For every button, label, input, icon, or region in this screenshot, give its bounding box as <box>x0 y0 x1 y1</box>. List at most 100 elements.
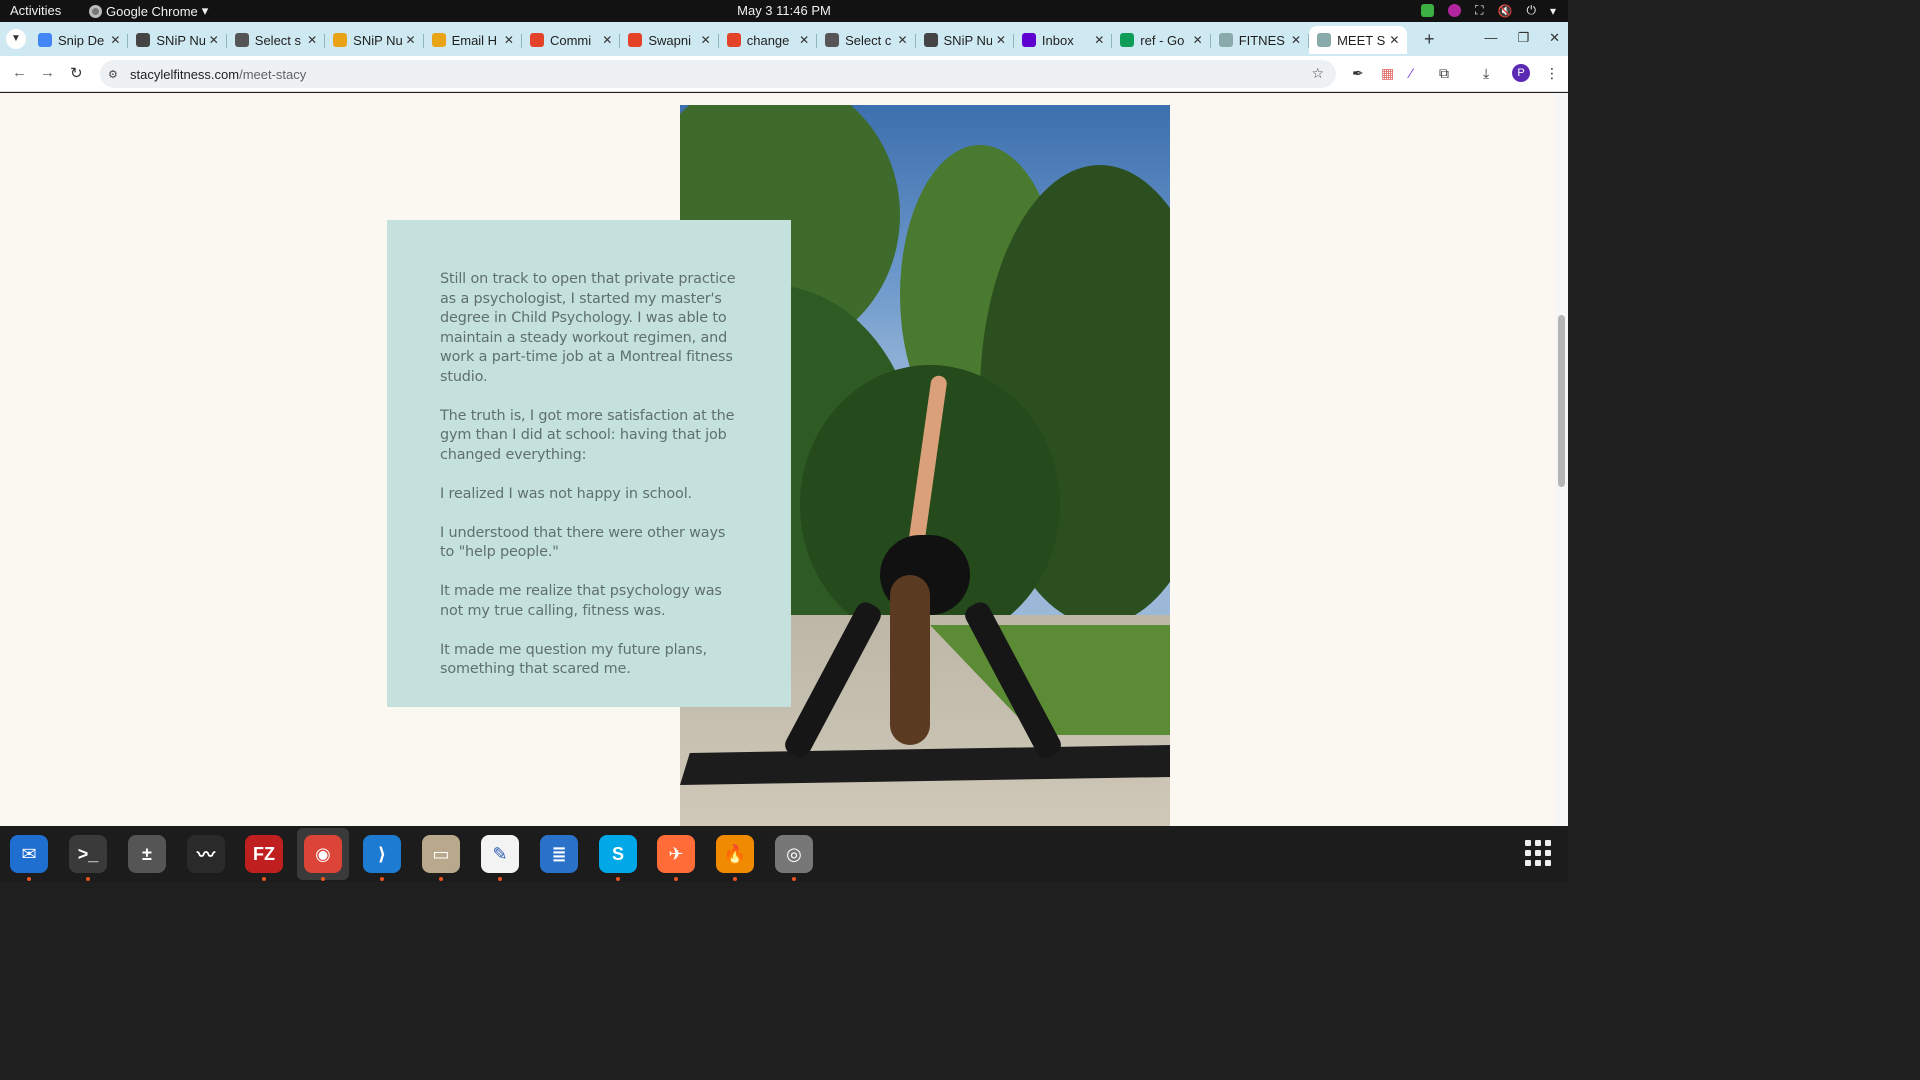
tab-3[interactable]: SNiP Nu ✕ <box>325 26 424 54</box>
tab-close-icon[interactable]: ✕ <box>701 33 711 47</box>
tab-close-icon[interactable]: ✕ <box>1389 33 1399 47</box>
skype-icon[interactable]: S <box>599 835 637 873</box>
network-icon[interactable]: ⛶ <box>1475 3 1483 18</box>
tab-10[interactable]: Inbox ✕ <box>1014 26 1113 54</box>
story-paragraph: Still on track to open that private prac… <box>440 271 736 385</box>
tab-search-button[interactable]: ▼ <box>6 29 26 49</box>
globe-icon <box>825 33 840 47</box>
tab-close-icon[interactable]: ✕ <box>504 33 514 47</box>
running-indicator <box>27 877 31 881</box>
tab-close-icon[interactable]: ✕ <box>307 33 317 47</box>
tab-close-icon[interactable]: ✕ <box>1094 33 1104 47</box>
shield-check-icon[interactable] <box>1421 4 1435 17</box>
address-bar[interactable]: ⚙ stacylelfitness.com/meet-stacy ☆ <box>100 60 1336 88</box>
scrollbar-thumb[interactable] <box>1558 315 1565 487</box>
reload-icon[interactable]: ↻ <box>70 64 83 82</box>
story-paragraph: It made me question my future plans, som… <box>440 641 707 678</box>
eyedropper-extension-icon[interactable]: ✒ <box>1352 65 1364 82</box>
restore-icon[interactable]: ❐ <box>1517 30 1529 46</box>
chevron-down-icon[interactable]: ▾ <box>1550 4 1556 18</box>
tab-4[interactable]: Email H ✕ <box>424 26 523 54</box>
terminal-icon[interactable]: >_ <box>69 835 107 873</box>
tab-title: Swapni <box>648 32 691 48</box>
bookmark-star-icon[interactable]: ☆ <box>1311 65 1324 82</box>
color-picker-tray-icon[interactable] <box>1448 4 1462 17</box>
vscode-icon[interactable]: ⟩ <box>363 835 401 873</box>
url-domain: stacylelfitness.com <box>130 66 240 82</box>
tab-8[interactable]: Select c ✕ <box>817 26 916 54</box>
tab-6[interactable]: Swapni ✕ <box>620 26 720 54</box>
libreoffice-writer-icon[interactable]: ≣ <box>540 835 578 873</box>
tab-close-icon[interactable]: ✕ <box>799 33 809 47</box>
calculator-icon[interactable]: ± <box>128 835 166 873</box>
tab-close-icon[interactable]: ✕ <box>897 33 907 47</box>
system-monitor-icon[interactable]: 〰 <box>187 835 225 873</box>
pen-extension-icon[interactable]: ⁄ <box>1410 65 1412 81</box>
new-tab-button[interactable]: + <box>1424 29 1435 50</box>
tab-close-icon[interactable]: ✕ <box>996 33 1006 47</box>
chrome-color-icon <box>333 33 348 47</box>
tab-title: Email H <box>451 32 498 48</box>
snip-icon <box>136 33 151 47</box>
tab-11[interactable]: ref - Go ✕ <box>1112 26 1212 54</box>
download-icon[interactable]: ⤓ <box>1483 65 1489 82</box>
power-icon[interactable]: ⏻ <box>1526 3 1536 18</box>
menu-kebab-icon[interactable]: ⋮ <box>1545 65 1559 82</box>
extensions-puzzle-icon[interactable]: ⧉ <box>1439 65 1449 82</box>
back-icon[interactable]: ← <box>12 64 27 81</box>
tab-strip: ▼ Snip De ✕ SNiP Nu ✕ Select s ✕ SNiP Nu ✕ Email… <box>0 22 1568 56</box>
tab-close-icon[interactable]: ✕ <box>602 33 612 47</box>
tab-9[interactable]: SNiP Nu ✕ <box>916 26 1015 54</box>
story-paragraph: I realized I was not happy in school. <box>440 485 692 502</box>
google-docs-icon <box>38 33 52 47</box>
hotspot-icon[interactable]: 🔥 <box>716 835 754 873</box>
thunderbird-icon[interactable]: ✉ <box>10 835 48 873</box>
dock: ✉ >_ ± 〰 FZ ◉ ⟩ ▭ ✎ ≣ S ✈ 🔥 ◎ <box>0 826 1568 882</box>
tab-close-icon[interactable]: ✕ <box>1291 33 1301 47</box>
tab-title: Inbox <box>1041 32 1074 48</box>
tab-title: SNiP Nu <box>156 32 205 48</box>
disc-icon[interactable]: ◎ <box>775 835 813 873</box>
chrome-icon[interactable]: ◉ <box>304 835 342 873</box>
tab-close-icon[interactable]: ✕ <box>209 33 219 47</box>
filezilla-icon[interactable]: FZ <box>245 835 283 873</box>
tab-2[interactable]: Select s ✕ <box>227 26 326 54</box>
postman-icon[interactable]: ✈ <box>657 835 695 873</box>
minimize-icon[interactable]: — <box>1484 30 1497 46</box>
tab-title: Select c <box>845 32 892 48</box>
gitlab-icon <box>628 33 643 47</box>
tab-7[interactable]: change ✕ <box>719 26 818 54</box>
show-apps-grid-icon[interactable] <box>1525 840 1551 866</box>
forward-icon[interactable]: → <box>40 64 55 81</box>
tab-close-icon[interactable]: ✕ <box>110 33 120 47</box>
snip-icon <box>923 33 938 47</box>
gitlab-icon <box>529 33 544 47</box>
profile-avatar[interactable]: P <box>1512 64 1530 82</box>
running-indicator <box>321 877 325 881</box>
google-sheets-icon <box>1120 33 1135 47</box>
text-editor-icon[interactable]: ✎ <box>481 835 519 873</box>
tab-12[interactable]: FITNES ✕ <box>1211 26 1310 54</box>
tab-13[interactable]: MEET S ✕ <box>1309 26 1408 54</box>
tab-close-icon[interactable]: ✕ <box>1193 33 1203 47</box>
clock[interactable]: May 3 11:46 PM <box>0 3 1568 18</box>
tab-title: ref - Go <box>1140 32 1185 48</box>
url-path: /meet-stacy <box>239 66 307 82</box>
tab-title: SNiP Nu <box>353 32 402 48</box>
files-icon[interactable]: ▭ <box>422 835 460 873</box>
tab-5[interactable]: Commi ✕ <box>522 26 621 54</box>
page-scrollbar[interactable] <box>1555 93 1568 826</box>
site-info-icon[interactable]: ⚙ <box>108 68 122 81</box>
tab-list: Snip De ✕ SNiP Nu ✕ Select s ✕ SNiP Nu ✕ Email H… <box>30 26 1408 54</box>
tab-0[interactable]: Snip De ✕ <box>30 26 129 54</box>
tab-close-icon[interactable]: ✕ <box>406 33 416 47</box>
system-tray[interactable]: ⛶ 🔇 ⏻ ▾ <box>1421 3 1556 18</box>
tab-title: MEET S <box>1337 32 1386 48</box>
volume-muted-icon[interactable]: 🔇 <box>1498 4 1513 18</box>
story-paragraph: I understood that there were other ways … <box>440 524 726 561</box>
tab-title: Select s <box>254 32 302 48</box>
running-indicator <box>498 877 502 881</box>
tab-1[interactable]: SNiP Nu ✕ <box>128 26 228 54</box>
calendar-extension-icon[interactable]: ▦ <box>1381 65 1394 82</box>
close-window-icon[interactable]: ✕ <box>1549 30 1560 46</box>
